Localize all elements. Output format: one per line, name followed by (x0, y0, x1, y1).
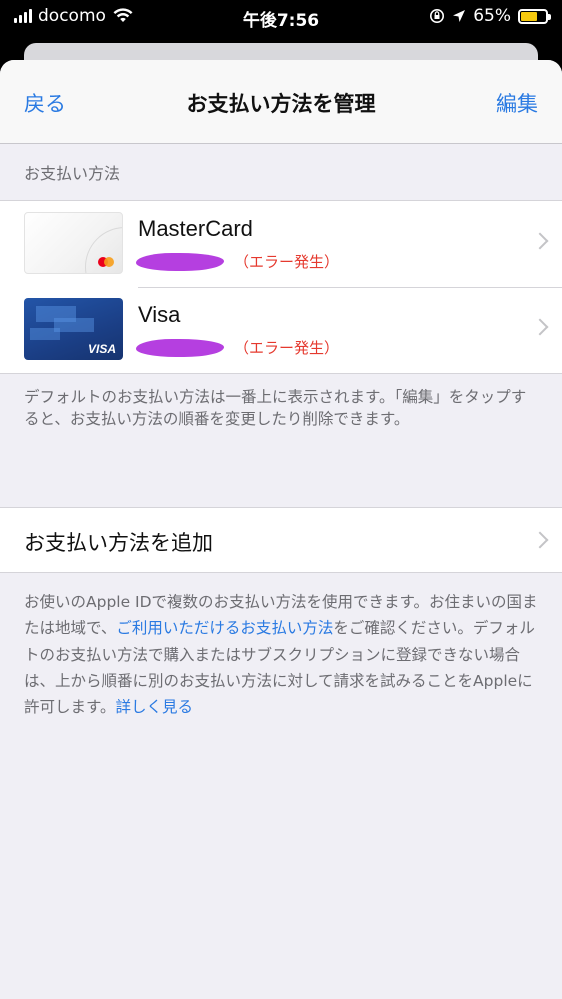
chevron-right-icon (531, 531, 549, 549)
orientation-lock-icon (430, 9, 445, 23)
battery-icon (518, 8, 551, 24)
payment-method-visa[interactable]: VISA Visa （エラー発生） (0, 287, 562, 373)
info-text: お使いのApple IDで複数のお支払い方法を使用できます。お住まいの国または地… (0, 573, 562, 721)
payment-footer-note: デフォルトのお支払い方法は一番上に表示されます。「編集」をタップすると、お支払い… (24, 388, 527, 429)
visa-card-icon: VISA (24, 298, 123, 360)
location-arrow-icon (453, 10, 466, 22)
card-name: MasterCard (138, 216, 253, 241)
section-header-payment: お支払い方法 (24, 164, 121, 183)
error-status: （エラー発生） (234, 253, 340, 271)
nav-bar: 戻る お支払い方法を管理 編集 (0, 60, 562, 144)
page-title: お支払い方法を管理 (186, 92, 376, 116)
payment-method-list: MasterCard （エラー発生） VISA Visa （エラー発生） (0, 200, 562, 374)
chevron-right-icon (531, 232, 549, 250)
learn-more-link[interactable]: 詳しく見る (115, 698, 193, 716)
card-name: Visa (138, 302, 181, 327)
battery-percent: 65% (473, 6, 511, 26)
status-bar: docomo 午後7:56 65% (0, 0, 562, 34)
add-payment-label: お支払い方法を追加 (24, 531, 213, 555)
chevron-right-icon (531, 318, 549, 336)
redaction-mark (136, 253, 224, 271)
mastercard-card-icon (24, 212, 123, 274)
payment-sheet: 戻る お支払い方法を管理 編集 お支払い方法 MasterCard （エラー発生… (0, 60, 562, 999)
status-right: 65% (429, 6, 551, 26)
available-payment-methods-link[interactable]: ご利用いただけるお支払い方法 (116, 619, 333, 637)
error-status: （エラー発生） (234, 339, 340, 357)
visa-brand-text: VISA (87, 342, 116, 356)
battery-level (521, 11, 537, 21)
payment-method-mastercard[interactable]: MasterCard （エラー発生） (0, 201, 562, 287)
add-payment-method-button[interactable]: お支払い方法を追加 (0, 507, 562, 573)
redaction-mark (136, 339, 224, 357)
edit-button[interactable]: 編集 (496, 88, 538, 118)
